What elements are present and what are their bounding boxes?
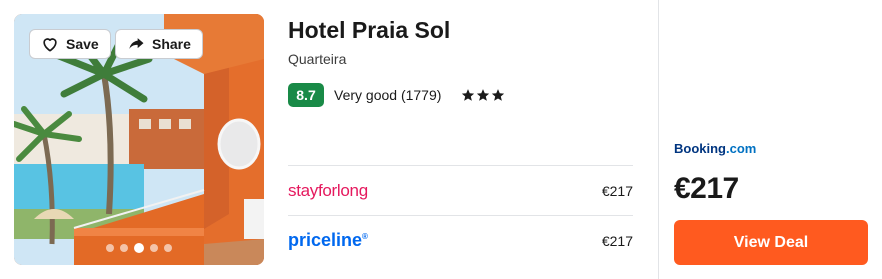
star-icon bbox=[462, 89, 475, 101]
carousel-dot[interactable] bbox=[106, 244, 114, 252]
share-button[interactable]: Share bbox=[115, 29, 203, 59]
column-divider bbox=[658, 0, 659, 279]
rating-row: 8.7 Very good (1779) bbox=[288, 83, 505, 107]
review-score-badge: 8.7 bbox=[288, 83, 324, 107]
review-summary: Very good (1779) bbox=[334, 87, 442, 103]
photo-carousel-dots bbox=[14, 243, 264, 253]
share-arrow-icon bbox=[129, 38, 144, 49]
hotel-location: Quarteira bbox=[288, 51, 347, 67]
carousel-dot[interactable] bbox=[150, 244, 158, 252]
carousel-dot[interactable] bbox=[120, 244, 128, 252]
share-label: Share bbox=[152, 36, 191, 52]
save-label: Save bbox=[66, 36, 99, 52]
heart-icon bbox=[43, 38, 57, 52]
hotel-photo[interactable]: Save Share bbox=[14, 14, 264, 265]
save-button[interactable]: Save bbox=[29, 29, 111, 59]
carousel-dot[interactable] bbox=[164, 244, 172, 252]
booking-logo: Booking.com bbox=[674, 141, 757, 156]
star-icon bbox=[492, 89, 505, 101]
stayforlong-logo: stayforlong bbox=[288, 180, 368, 200]
carousel-dot-active[interactable] bbox=[134, 243, 144, 253]
priceline-logo: priceline® bbox=[288, 230, 368, 250]
provider-price: €217 bbox=[601, 182, 633, 199]
provider-row-priceline[interactable]: priceline® €217 bbox=[288, 215, 633, 265]
provider-row-stayforlong[interactable]: stayforlong €217 bbox=[288, 165, 633, 215]
star-rating bbox=[461, 88, 505, 102]
star-icon bbox=[477, 89, 490, 101]
hotel-name[interactable]: Hotel Praia Sol bbox=[288, 17, 450, 44]
deal-price: €217 bbox=[674, 172, 739, 205]
hotel-result-card: Save Share Hotel Praia Sol Quarteira 8.7… bbox=[0, 0, 882, 279]
provider-price: €217 bbox=[601, 232, 633, 249]
view-deal-button[interactable]: View Deal bbox=[674, 220, 868, 265]
